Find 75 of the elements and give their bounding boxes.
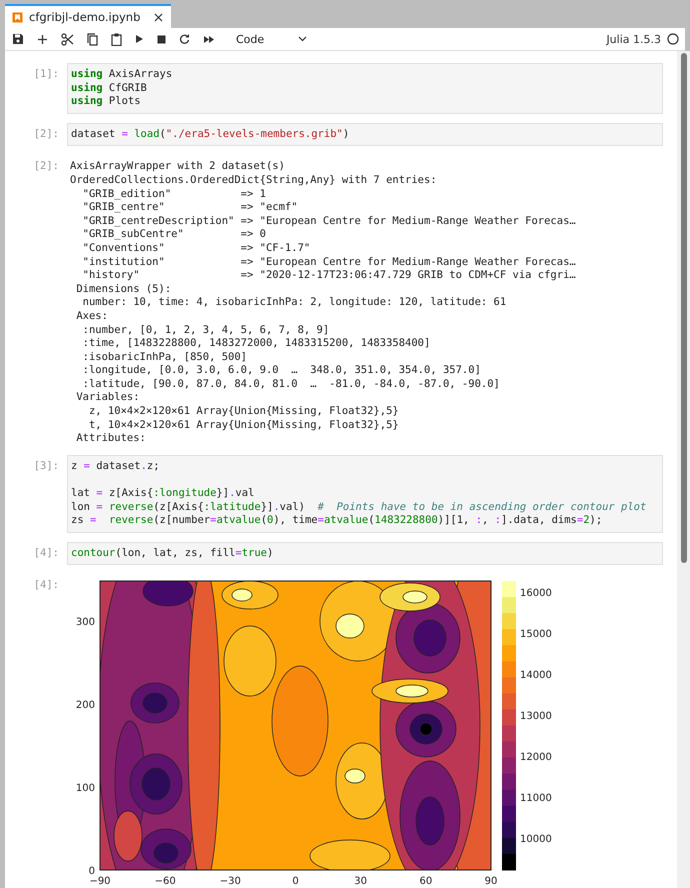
code-line: lon = reverse(z[Axis{:latitude}].val) # Points have to be in ascending order contour plot <box>71 500 648 514</box>
output-line: Attributes: <box>75 432 147 446</box>
output-line: :time, [1483228800, 1483272000, 1483315200, 1483358400] <box>82 337 432 351</box>
x-tick-label: 30 <box>354 876 368 888</box>
close-icon[interactable] <box>154 12 163 22</box>
code-cell[interactable]: contour(lon, lat, zs, fill=true) <box>67 542 663 566</box>
output-line: :number, [0, 1, 2, 3, 4, 5, 6, 7, 8, 9] <box>82 324 330 338</box>
output-line: Axes: <box>75 310 109 324</box>
code-line: using Plots <box>71 95 142 109</box>
code-line: z = dataset.z; <box>71 460 161 474</box>
output-line: :latitude, [90.0, 87.0, 84.0, 81.0 … -81.0, -84.0, -87.0, -90.0] <box>82 378 501 392</box>
code-line: contour(lon, lat, zs, fill=true) <box>71 546 274 560</box>
x-tick-label: −90 <box>89 876 111 888</box>
cell-prompt: [4]: <box>32 546 60 560</box>
code-cell[interactable] <box>67 454 663 533</box>
cell-prompt: [3]: <box>32 458 60 474</box>
add-icon[interactable] <box>37 34 48 44</box>
fast-forward-icon[interactable] <box>203 34 215 44</box>
output-line: "GRIB_edition" => 1 <box>82 188 267 202</box>
output-line: "GRIB_centreDescription" => "European Centre for Medium-Range Weather Forecas… <box>82 214 577 228</box>
notebook-tab[interactable]: cfgribjl-demo.ipynb <box>5 4 171 28</box>
output-line: AxisArrayWrapper with 2 dataset(s) <box>70 160 286 174</box>
notebook-icon <box>12 12 23 22</box>
scrollbar[interactable] <box>677 51 690 888</box>
y-tick-label: 300 <box>76 617 95 628</box>
code-line: dataset = load("./era5-levels-members.grib") <box>71 128 350 142</box>
output-line: :isobaricInhPa, [850, 500] <box>82 350 248 364</box>
x-tick-label: −60 <box>154 876 176 888</box>
colorbar-tick-label: 10000 <box>520 834 552 846</box>
scrollbar-thumb[interactable] <box>680 53 686 563</box>
scissors-icon[interactable] <box>61 32 74 46</box>
output-line: Variables: <box>75 391 141 406</box>
output-line: Dimensions (5): <box>75 282 172 296</box>
output-line: "GRIB_subCentre" => 0 <box>82 228 267 242</box>
output-line: z, 10×4×2×120×61 Array{Union{Missing, Float32},5} <box>88 405 400 419</box>
y-tick-label: 0 <box>88 866 95 878</box>
copy-icon[interactable] <box>87 32 98 46</box>
run-icon[interactable] <box>135 34 144 44</box>
tab-title: cfgribjl-demo.ipynb <box>29 10 142 24</box>
code-cell[interactable]: dataset = load("./era5-levels-members.grib") <box>67 122 663 146</box>
colorbar-tick-label: 16000 <box>520 588 552 600</box>
x-tick-label: 0 <box>292 876 299 888</box>
x-tick-label: −30 <box>220 876 241 888</box>
y-tick-label: 200 <box>76 700 95 712</box>
code-line: using AxisArrays <box>71 68 174 82</box>
code-line: using CfGRIB <box>71 82 148 96</box>
output-line: OrderedCollections.OrderedDict{String,Any} with 7 entries: <box>70 174 438 188</box>
save-icon[interactable] <box>12 33 24 45</box>
colorbar-tick-label: 13000 <box>520 711 552 722</box>
output-line: "Conventions" => "CF-1.7" <box>82 242 312 256</box>
cell-prompt: [2]: <box>32 126 60 142</box>
colorbar-tick-label: 12000 <box>520 752 552 764</box>
restart-icon[interactable] <box>179 34 190 44</box>
code-line: lat = z[Axis{:longitude}].val <box>71 487 256 501</box>
kernel-name[interactable]: Julia 1.5.3 <box>606 32 661 46</box>
cell-prompt: [4]: <box>32 578 60 593</box>
colorbar-tick-label: 11000 <box>520 793 552 804</box>
code-cell[interactable]: using AxisArrays using CfGRIB using Plots <box>67 63 663 114</box>
clipboard-icon[interactable] <box>111 32 122 46</box>
output-line: "institution" => "European Centre for Medium-Range Weather Forecas… <box>82 256 577 270</box>
code-line: zs = reverse(z[number=atvalue(0), time=atvalue(1483228800)][1, :, :].data, dims=2); <box>71 514 604 528</box>
output-line: number: 10, time: 4, isobaricInhPa: 2, longitude: 120, latitude: 61 <box>82 296 508 310</box>
output-line: "history" => "2020-12-17T23:06:47.729 GRIB to CDM+CF via cfgri… <box>82 269 577 283</box>
colorbar-tick-label: 15000 <box>520 629 552 640</box>
stop-icon[interactable] <box>157 34 166 44</box>
x-tick-label: 90 <box>484 876 498 888</box>
y-tick-label: 100 <box>76 783 95 794</box>
x-tick-label: 60 <box>419 876 432 888</box>
caret-icon <box>298 36 308 42</box>
cell-prompt: [1]: <box>32 67 60 82</box>
colorbar-tick-label: 14000 <box>520 670 552 682</box>
output-line: "GRIB_centre" => "ecmf" <box>82 201 299 215</box>
cell-prompt: [2]: <box>32 159 60 174</box>
output-line: t, 10×4×2×120×61 Array{Union{Missing, Float32},5} <box>88 418 400 432</box>
output-line: :longitude, [0.0, 3.0, 6.0, 9.0 … 348.0, 351.0, 354.0, 357.0] <box>82 364 482 378</box>
